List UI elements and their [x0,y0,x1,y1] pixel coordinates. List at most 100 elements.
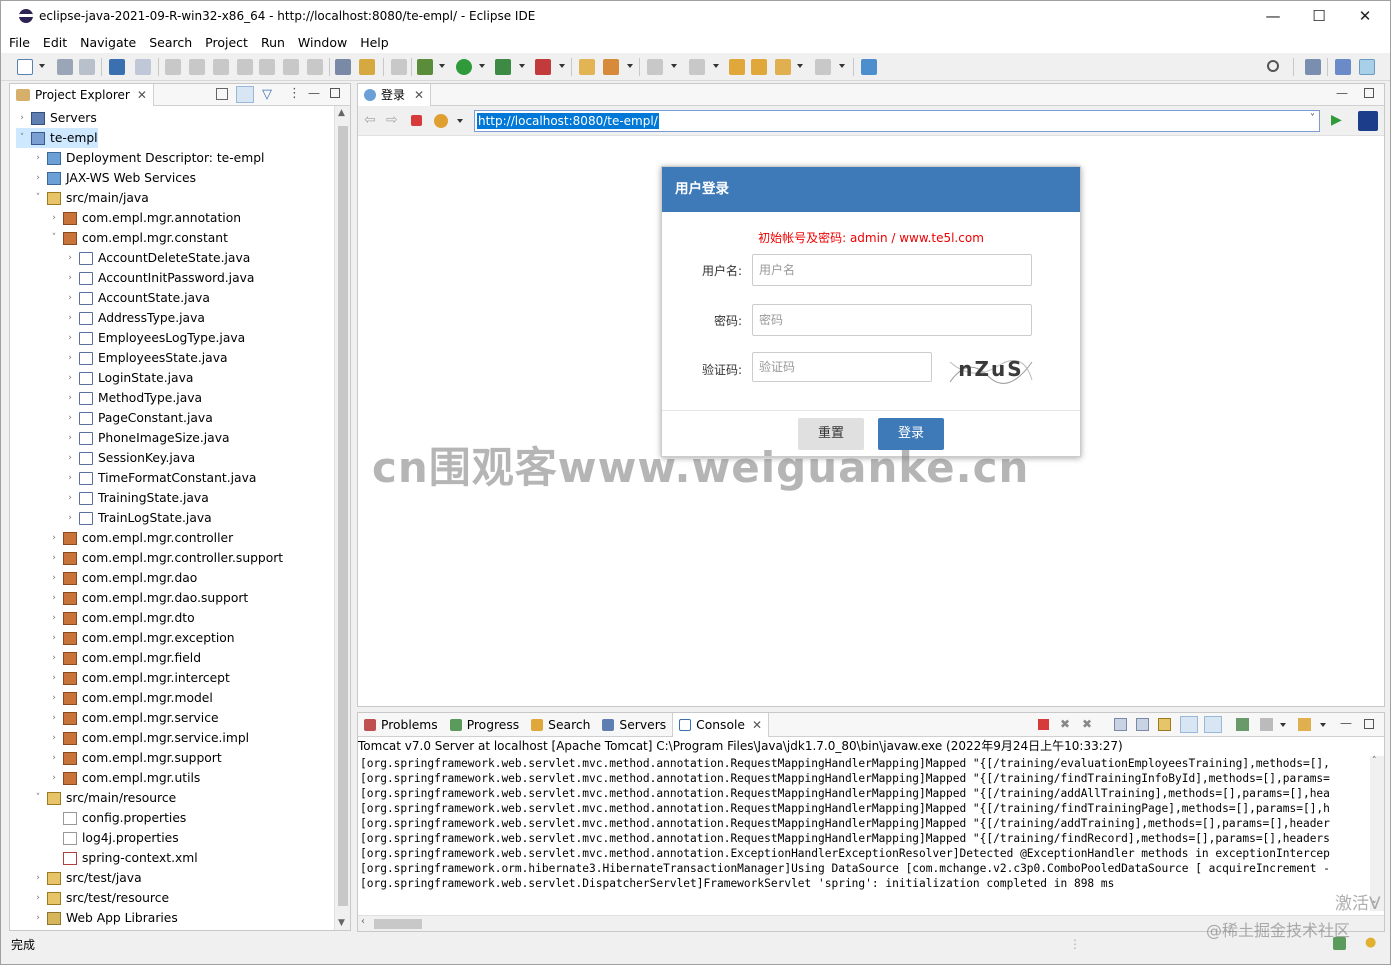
expanded-arrow-icon[interactable]: ˅ [32,788,44,808]
open-task-icon[interactable] [603,59,619,75]
collapsed-arrow-icon[interactable]: › [48,608,60,628]
collapsed-arrow-icon[interactable]: › [48,548,60,568]
collapsed-arrow-icon[interactable]: › [64,248,76,268]
collapsed-arrow-icon[interactable]: › [64,268,76,288]
tree-item[interactable]: › com.empl.mgr.controller [48,528,233,548]
debug-icon[interactable] [417,59,433,75]
collapsed-arrow-icon[interactable]: › [48,728,60,748]
back-icon[interactable] [775,59,791,75]
tree-item[interactable]: › MethodType.java [64,388,202,408]
tree-item[interactable]: › com.empl.mgr.exception [48,628,234,648]
menu-navigate[interactable]: Navigate [80,35,136,50]
debug-dropdown-icon[interactable] [439,64,445,68]
next-annotation-icon[interactable] [647,59,663,75]
go-icon[interactable]: ▶ [1331,112,1342,128]
clear-console-icon[interactable] [1114,718,1127,731]
external-tools-dropdown-icon[interactable] [559,64,565,68]
close-tab-icon[interactable]: ✕ [414,88,424,102]
tree-item[interactable]: › src/test/java [32,868,141,888]
collapsed-arrow-icon[interactable]: › [48,208,60,228]
open-console-dropdown-icon[interactable] [1320,723,1326,727]
scroll-up-icon[interactable]: ▲ [338,108,345,118]
url-history-dropdown-icon[interactable]: ˅ [1310,113,1315,124]
remove-all-launches-icon[interactable]: ✖ [1082,717,1092,731]
tree-item[interactable]: › PhoneImageSize.java [64,428,229,448]
next-annotation-dropdown-icon[interactable] [671,64,677,68]
tree-item[interactable]: › com.empl.mgr.service.impl [48,728,249,748]
display-console-dropdown-icon[interactable] [1280,723,1286,727]
tree-item[interactable]: › TrainLogState.java [64,508,212,528]
tree-item[interactable]: › com.empl.mgr.field [48,648,201,668]
close-window-button[interactable]: ✕ [1342,1,1388,31]
tree-item[interactable]: log4j.properties [48,828,179,848]
tree-item[interactable]: › src/test/resource [32,888,169,908]
menu-search[interactable]: Search [149,35,192,50]
forward-arrow-icon[interactable]: ⇨ [386,112,398,128]
collapsed-arrow-icon[interactable]: › [16,108,28,128]
tree-item[interactable]: › EmployeesLogType.java [64,328,245,348]
collapsed-arrow-icon[interactable]: › [48,708,60,728]
tree-item[interactable]: › com.empl.mgr.service [48,708,218,728]
tree-item[interactable]: › com.empl.mgr.dto [48,608,194,628]
collapse-all-icon[interactable] [216,88,228,100]
tree-item[interactable]: ˅ com.empl.mgr.constant [48,228,228,248]
open-perspective-button-icon[interactable] [1305,59,1321,75]
open-task-dropdown-icon[interactable] [627,64,633,68]
tree-item[interactable]: › SessionKey.java [64,448,195,468]
tree-item[interactable]: › TrainingState.java [64,488,209,508]
maximize-button[interactable]: ☐ [1296,1,1342,31]
tree-item[interactable]: ˅ te-empl [16,128,98,148]
resume-icon[interactable] [165,59,181,75]
terminal-icon[interactable] [109,59,125,75]
collapsed-arrow-icon[interactable]: › [64,508,76,528]
tree-item[interactable]: › AccountState.java [64,288,210,308]
close-tab-icon[interactable]: ✕ [752,718,762,732]
menu-help[interactable]: Help [360,35,389,50]
collapsed-arrow-icon[interactable]: › [64,488,76,508]
open-external-browser-icon[interactable] [1358,111,1378,131]
use-step-filters-icon[interactable] [359,59,375,75]
tree-item[interactable]: › LoginState.java [64,368,193,388]
tree-item[interactable]: › com.empl.mgr.utils [48,768,200,788]
maximize-view-icon[interactable] [330,88,340,98]
tree-scrollbar[interactable]: ▲ ▼ [334,106,350,930]
collapsed-arrow-icon[interactable]: › [48,588,60,608]
save-all-icon[interactable] [79,59,95,75]
maximize-console-icon[interactable] [1364,719,1374,729]
collapsed-arrow-icon[interactable]: › [32,888,44,908]
new-icon[interactable] [17,59,33,75]
menu-file[interactable]: File [9,35,30,50]
word-wrap-icon[interactable] [1158,718,1171,731]
back-arrow-icon[interactable]: ⇦ [364,112,376,128]
collapsed-arrow-icon[interactable]: › [64,348,76,368]
console-vscroll[interactable]: ˄ ˅ [1370,756,1384,911]
collapsed-arrow-icon[interactable]: › [64,448,76,468]
expanded-arrow-icon[interactable]: ˅ [16,128,28,148]
previous-annotation-icon[interactable] [689,59,705,75]
notification-icon[interactable] [1333,937,1346,950]
stop-icon[interactable] [411,115,422,126]
suspend-icon[interactable] [189,59,205,75]
tree-item[interactable]: ˅ src/main/java [32,188,149,208]
console-hscroll-thumb[interactable] [374,919,422,929]
tree-item[interactable]: spring-context.xml [48,848,198,868]
open-type-icon[interactable] [579,59,595,75]
disconnect-icon[interactable] [237,59,253,75]
tree-item[interactable]: › EmployeesState.java [64,348,227,368]
show-on-stderr-icon[interactable] [1204,716,1222,733]
tree-item[interactable]: config.properties [48,808,186,828]
step-return-icon[interactable] [307,59,323,75]
skip-breakpoints-icon[interactable] [135,59,151,75]
console-output[interactable]: [org.springframework.web.servlet.mvc.met… [360,756,1370,906]
minimize-console-icon[interactable]: — [1340,716,1352,730]
run-icon[interactable] [456,59,472,75]
remove-launch-icon[interactable]: ✖ [1060,717,1070,731]
show-on-stdout-icon[interactable] [1180,716,1198,733]
pin-icon[interactable] [391,59,407,75]
back-dropdown-icon[interactable] [797,64,803,68]
open-console-icon[interactable] [1298,718,1311,731]
run-dropdown-icon[interactable] [479,64,485,68]
drop-to-frame-icon[interactable] [335,59,351,75]
filter-icon[interactable]: ▽ [262,87,272,102]
minimize-button[interactable]: — [1250,1,1296,31]
